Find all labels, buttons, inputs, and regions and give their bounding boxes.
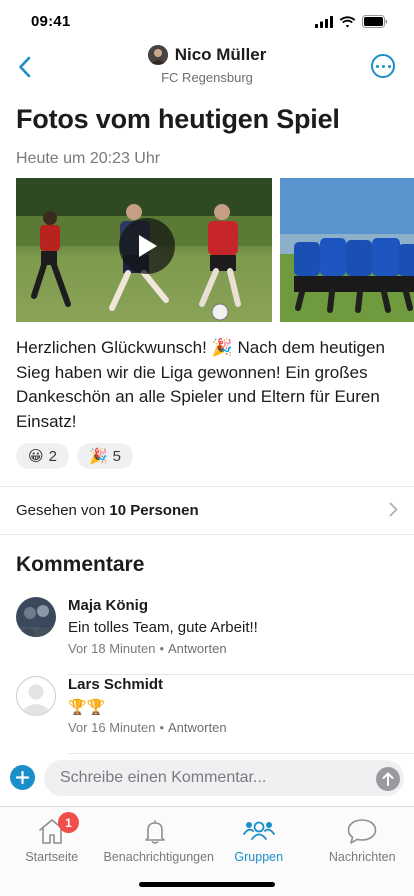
reaction-smile[interactable]: 😀 2 xyxy=(16,443,69,469)
reaction-count: 5 xyxy=(112,447,122,465)
commenter-name[interactable]: Lars Schmidt xyxy=(68,676,163,693)
smile-emoji-icon: 😀 xyxy=(28,448,44,465)
team-huddle-image xyxy=(280,178,414,322)
more-dot xyxy=(381,64,385,68)
commenter-avatar[interactable] xyxy=(16,597,56,637)
divider xyxy=(68,753,414,754)
plus-icon xyxy=(16,771,29,784)
notification-badge: 1 xyxy=(58,812,79,833)
tab-groups[interactable]: Gruppen xyxy=(207,807,311,873)
tab-home[interactable]: 1 Startseite xyxy=(0,807,104,873)
tab-notifications[interactable]: Benachrichtigungen xyxy=(103,807,215,873)
tab-label: Startseite xyxy=(25,850,79,864)
reaction-count: 2 xyxy=(48,447,57,465)
seen-by-row[interactable]: Gesehen von 10 Personen xyxy=(0,486,414,534)
chevron-right-icon xyxy=(389,502,398,517)
comment-time: Vor 16 Minuten xyxy=(68,720,156,735)
commenter-name[interactable]: Maja König xyxy=(68,597,148,614)
party-emoji-icon: 🎉 xyxy=(88,448,108,465)
tab-label: Gruppen xyxy=(234,850,284,864)
media-carousel[interactable] xyxy=(16,178,414,322)
tab-label: Nachrichten xyxy=(328,850,396,864)
add-attachment-button[interactable] xyxy=(10,765,35,790)
divider xyxy=(0,534,414,535)
more-dot xyxy=(375,64,379,68)
play-button[interactable] xyxy=(119,218,175,274)
author-name: Nico Müller xyxy=(174,45,267,64)
seen-by-prefix: Gesehen von xyxy=(16,501,106,519)
post-timestamp: Heute um 20:23 Uhr xyxy=(16,150,161,167)
more-dot xyxy=(387,64,391,68)
divider xyxy=(68,674,414,675)
reactions-row: 😀 2 🎉 5 xyxy=(16,443,134,469)
comments-heading: Kommentare xyxy=(16,553,145,576)
photo-thumbnail[interactable] xyxy=(280,178,414,322)
reaction-party[interactable]: 🎉 5 xyxy=(76,443,134,469)
seen-by-count: 10 Personen xyxy=(109,501,199,519)
comment-meta: Vor 18 Minuten • Antworten xyxy=(68,641,227,656)
reply-link[interactable]: Antworten xyxy=(168,641,227,656)
seen-by-text: Gesehen von 10 Personen xyxy=(16,502,199,519)
video-thumbnail[interactable] xyxy=(16,178,272,322)
comment-time: Vor 18 Minuten xyxy=(68,641,156,656)
comment-text: Ein tolles Team, gute Arbeit!! xyxy=(68,619,258,636)
nav-author[interactable]: Nico Müller FC Regensburg xyxy=(0,44,414,85)
tab-label: Benachrichtigungen xyxy=(103,850,215,864)
wifi-icon xyxy=(339,15,356,27)
more-options-button[interactable] xyxy=(371,54,395,78)
send-button[interactable] xyxy=(376,767,400,791)
home-indicator xyxy=(139,882,275,887)
author-team: FC Regensburg xyxy=(161,70,253,85)
comment-text: 🏆🏆 xyxy=(68,699,106,716)
comment-meta: Vor 16 Minuten • Antworten xyxy=(68,720,227,735)
battery-icon xyxy=(362,15,388,28)
reply-link[interactable]: Antworten xyxy=(168,720,227,735)
play-icon xyxy=(139,235,157,257)
status-bar: 09:41 xyxy=(0,0,414,44)
groups-icon xyxy=(242,816,275,846)
status-time: 09:41 xyxy=(31,13,71,30)
arrow-up-icon xyxy=(382,772,394,786)
post-body: Herzlichen Glückwunsch! 🎉 Nach dem heuti… xyxy=(16,338,385,431)
meta-separator: • xyxy=(159,720,165,735)
default-avatar-icon[interactable] xyxy=(16,676,56,716)
comment-composer xyxy=(0,758,414,798)
signal-icon xyxy=(315,15,333,28)
post-title: Fotos vom heutigen Spiel xyxy=(16,104,340,134)
nav-header: Nico Müller FC Regensburg xyxy=(0,44,414,90)
status-icons xyxy=(315,15,388,28)
author-avatar xyxy=(147,45,168,65)
chat-bubble-icon xyxy=(346,816,378,846)
tab-messages[interactable]: Nachrichten xyxy=(311,807,414,873)
meta-separator: • xyxy=(159,641,165,656)
bell-icon xyxy=(139,816,171,846)
comment-item: Lars Schmidt 🏆🏆 Vor 16 Minuten • Antwort… xyxy=(0,676,414,754)
comment-input[interactable] xyxy=(44,760,404,796)
comment-item: Maja König Ein tolles Team, gute Arbeit!… xyxy=(0,597,414,675)
